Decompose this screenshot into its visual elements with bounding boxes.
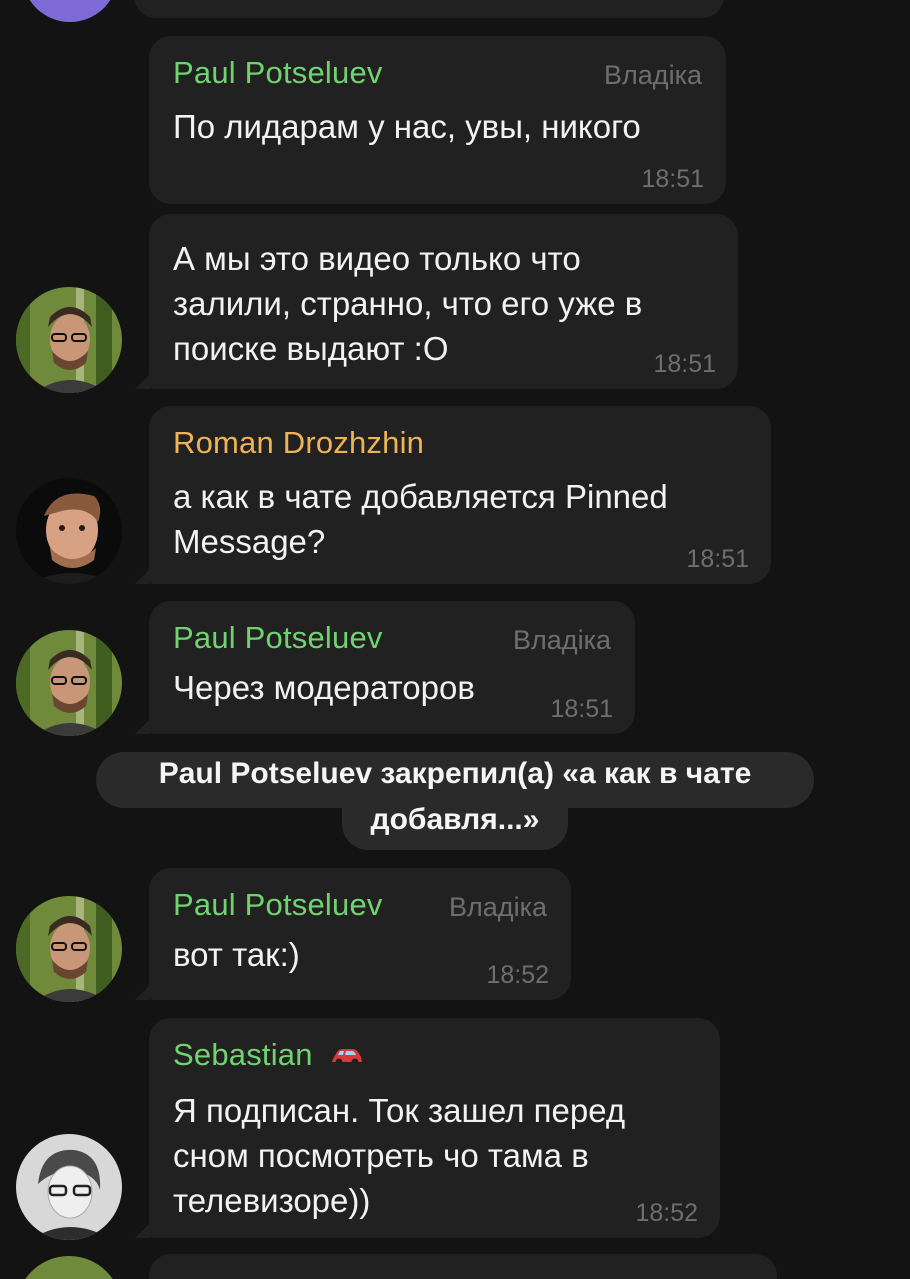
service-text-line1: Paul Potseluev закрепил(а) «а как в чате — [158, 757, 752, 790]
sender-name-row[interactable]: Sebastian — [173, 1036, 696, 1076]
avatar[interactable] — [22, 0, 118, 22]
message-bubble[interactable]: Paul Potseluev Владіка вот так:) 18:52 — [135, 868, 571, 1000]
message-time: 18:51 — [653, 350, 716, 378]
admin-title: Владіка — [513, 625, 611, 655]
message-bubble[interactable]: А мы это видео только что залили, странн… — [135, 214, 738, 389]
user-photo-icon — [16, 1134, 122, 1240]
avatar-paul[interactable] — [16, 287, 122, 393]
message-bubble[interactable] — [134, 0, 724, 18]
user-photo-icon — [16, 478, 122, 584]
message-time: 18:51 — [686, 545, 749, 573]
pinned-service-message-continued[interactable]: добавля...» — [342, 798, 568, 850]
car-icon — [330, 1038, 364, 1076]
message-time: 18:52 — [635, 1199, 698, 1227]
message-bubble[interactable]: Paul Potseluev Владіка Через модераторов… — [135, 601, 635, 734]
message-text: Через модераторов — [173, 669, 475, 706]
avatar-paul[interactable] — [16, 630, 122, 736]
user-photo-icon — [16, 630, 122, 736]
service-text-line2: добавля...» — [370, 803, 540, 836]
admin-title: Владіка — [604, 60, 702, 90]
message-text: а как в чате добавляется Pinned Message? — [173, 478, 668, 560]
message-time: 18:51 — [641, 165, 704, 193]
message-bubble[interactable]: Roman Drozhzhin а как в чате добавляется… — [135, 406, 771, 584]
sender-name[interactable]: Sebastian — [173, 1037, 313, 1072]
message-bubble[interactable]: Paul Potseluev Владіка По лидарам у нас,… — [149, 36, 726, 204]
message-time: 18:52 — [486, 961, 549, 989]
avatar-sebastian[interactable] — [16, 1134, 122, 1240]
user-photo-icon — [16, 287, 122, 393]
message-text: А мы это видео только что залили, странн… — [173, 240, 643, 367]
avatar-paul[interactable] — [16, 896, 122, 1002]
message-bubble[interactable] — [149, 1254, 777, 1279]
user-photo-icon — [16, 896, 122, 1002]
sender-name[interactable]: Roman Drozhzhin — [173, 424, 747, 462]
message-text: По лидарам у нас, увы, никого — [173, 108, 641, 145]
avatar-roman[interactable] — [16, 478, 122, 584]
message-bubble[interactable]: Sebastian Я подписан. Ток зашел перед сн… — [135, 1018, 720, 1238]
message-text: Я подписан. Ток зашел перед сном посмотр… — [173, 1091, 626, 1219]
message-time: 18:51 — [550, 695, 613, 723]
avatar[interactable] — [16, 1256, 122, 1279]
admin-title: Владіка — [449, 892, 547, 922]
chat-screen: Paul Potseluev Владіка По лидарам у нас,… — [0, 0, 910, 1279]
